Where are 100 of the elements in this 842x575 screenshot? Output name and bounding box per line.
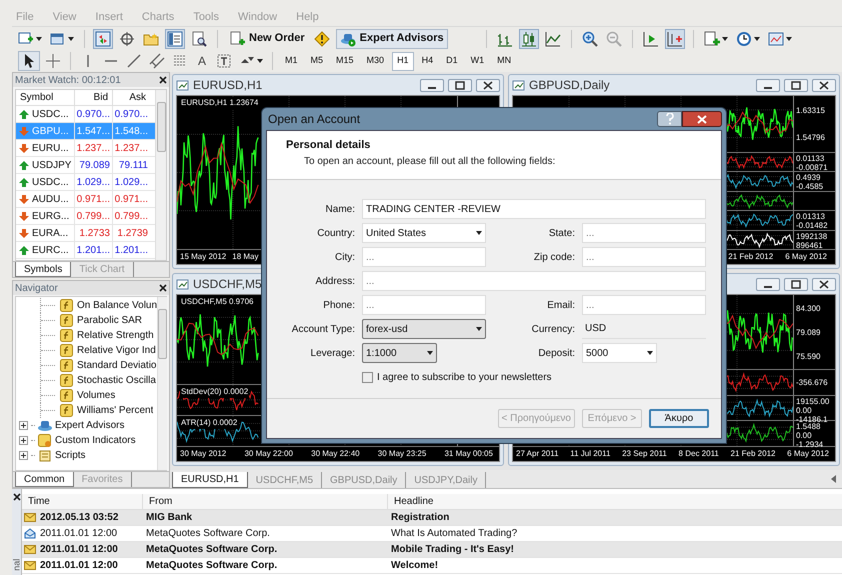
document-plus-icon[interactable] — [704, 30, 720, 46]
tree-item[interactable]: Standard Deviatio — [77, 358, 156, 373]
column-header[interactable]: Bid — [74, 90, 112, 105]
column-header[interactable]: Time — [22, 494, 142, 509]
text-field[interactable]: ... — [582, 247, 706, 267]
windows-icon[interactable] — [50, 30, 66, 46]
close-icon[interactable] — [12, 493, 20, 501]
caret-icon[interactable] — [786, 36, 792, 40]
symbol-row[interactable]: EURG... 0.799... 0.799... — [16, 208, 155, 225]
tree-item[interactable]: On Balance Volun — [77, 298, 158, 313]
timeframe-button[interactable]: MN — [492, 52, 516, 70]
symbol-row[interactable]: USDC... 1.029... 1.029... — [16, 174, 155, 191]
timeframe-button[interactable]: M30 — [362, 52, 390, 70]
caret-icon[interactable] — [647, 351, 653, 355]
panel-tab[interactable]: Common — [15, 472, 74, 487]
template-icon[interactable] — [768, 30, 784, 46]
tree-item[interactable]: Relative Strength — [77, 328, 154, 343]
symbol-row[interactable]: USDJPY 79.089 79.111 — [16, 157, 155, 174]
panel-tab[interactable]: Symbols — [15, 262, 72, 277]
text-field[interactable]: ... — [362, 295, 486, 315]
news-row[interactable]: 2011.01.01 12:00 MetaQuotes Software Corp. What Is Automated Trading? — [22, 526, 842, 542]
dropdown[interactable]: 5000 — [582, 343, 657, 363]
chart-tab[interactable]: EURUSD,H1 — [172, 472, 248, 488]
tree-item[interactable]: Parabolic SAR — [77, 313, 142, 328]
tree-item[interactable]: Stochastic Oscilla — [77, 373, 156, 388]
chart-info-label: EURUSD,H1 1.23674 — [180, 97, 260, 109]
close-icon[interactable] — [159, 76, 167, 84]
text-tool-button[interactable]: A — [193, 52, 211, 70]
news-row[interactable]: 2012.05.13 03:52 MIG Bank Registration — [22, 510, 842, 526]
caret-icon[interactable] — [722, 36, 728, 40]
expand-icon[interactable] — [19, 451, 28, 460]
expand-icon[interactable] — [19, 436, 28, 445]
dropdown[interactable]: 1:1000 — [362, 343, 437, 363]
crosshair-icon[interactable] — [45, 53, 61, 69]
text-label-icon[interactable] — [216, 53, 232, 69]
timeframe-button[interactable]: W1 — [466, 52, 490, 70]
line-chart-icon[interactable] — [544, 30, 561, 46]
tree-item[interactable]: Relative Vigor Ind — [77, 343, 156, 358]
crosshair-target-icon[interactable] — [119, 30, 135, 46]
text-field[interactable]: ... — [582, 223, 706, 243]
column-header[interactable]: Headline — [387, 494, 842, 509]
caret-icon[interactable] — [754, 36, 760, 40]
quotes-icon[interactable] — [95, 30, 111, 46]
checkbox[interactable] — [362, 372, 373, 382]
warning-diamond-icon[interactable] — [314, 30, 330, 46]
tree-item[interactable]: Expert Advisors — [55, 418, 124, 433]
chart-plus-icon[interactable] — [18, 30, 34, 46]
zoom-in-icon[interactable] — [582, 30, 598, 46]
caret-icon[interactable] — [36, 36, 42, 40]
timeframe-button[interactable]: M1 — [280, 52, 303, 70]
symbol-row[interactable]: EURC... 1.201... 1.201... — [16, 242, 155, 259]
timeframe-button[interactable]: M5 — [306, 52, 328, 70]
dropdown[interactable]: United States — [362, 223, 486, 243]
text-field[interactable]: ... — [362, 271, 706, 291]
tree-item[interactable]: Volumes — [77, 388, 116, 403]
function-icon — [60, 314, 73, 327]
document-search-icon[interactable] — [191, 30, 207, 46]
scroll-left-icon[interactable] — [831, 475, 836, 483]
caret-icon[interactable] — [257, 59, 263, 63]
column-header[interactable]: Ask — [112, 90, 150, 105]
channel-icon[interactable] — [149, 53, 165, 69]
caret-icon[interactable] — [476, 327, 482, 331]
close-icon[interactable] — [159, 284, 167, 292]
news-row[interactable]: 2011.01.01 12:00 MetaQuotes Software Corp. Welcome! — [22, 558, 842, 574]
scrollbar[interactable] — [157, 297, 168, 470]
new-order-button[interactable]: New Order — [226, 28, 308, 48]
text-field[interactable]: ... — [362, 247, 486, 267]
panel-icon[interactable] — [167, 30, 183, 46]
expert-advisors-button[interactable]: Expert Advisors — [336, 28, 448, 48]
text-field[interactable]: ... — [582, 295, 706, 315]
symbol-row[interactable]: EURA... 1.2733 1.2739 — [16, 225, 155, 242]
timeframe-button[interactable]: H4 — [416, 52, 438, 70]
caret-icon[interactable] — [68, 36, 74, 40]
expand-icon[interactable] — [19, 421, 28, 430]
text-field[interactable]: TRADING CENTER -REVIEW — [362, 199, 706, 219]
symbol-row[interactable]: EURU... 1.237... 1.237... — [16, 140, 155, 157]
tree-item[interactable]: Williams' Percent — [77, 403, 154, 418]
caret-icon[interactable] — [427, 351, 433, 355]
dialog-button[interactable]: Άκυρο — [649, 409, 709, 428]
clock-icon[interactable] — [736, 30, 752, 46]
column-header[interactable]: Symbol — [16, 90, 74, 105]
timeframe-button[interactable]: M15 — [331, 52, 359, 70]
timeframe-button[interactable]: D1 — [441, 52, 463, 70]
checkbox-label: I agree to subscribe to your newsletters — [377, 370, 552, 384]
autoscroll-icon[interactable] — [642, 30, 659, 46]
timeframe-button[interactable]: H1 — [392, 52, 414, 70]
dialog-subtitle: To open an account, please fill out all the following fields: — [304, 154, 556, 168]
envelope-icon — [24, 560, 36, 571]
tree-item[interactable]: Custom Indicators — [55, 433, 136, 448]
candlestick-icon[interactable] — [520, 30, 537, 46]
tree-item[interactable]: Scripts — [55, 448, 86, 463]
trendline-icon[interactable] — [126, 53, 142, 69]
dropdown[interactable]: forex-usd — [362, 319, 486, 339]
column-header[interactable]: From — [142, 494, 387, 509]
symbol-row[interactable]: AUDU... 0.971... 0.971... — [16, 191, 155, 208]
caret-icon[interactable] — [476, 231, 482, 235]
news-row[interactable]: 2011.01.01 12:00 MetaQuotes Software Corp. Mobile Trading - It's Easy! — [22, 542, 842, 558]
scrollbar[interactable] — [155, 90, 166, 260]
chart-shift-icon[interactable] — [666, 30, 683, 46]
folder-star-icon[interactable] — [143, 30, 159, 46]
